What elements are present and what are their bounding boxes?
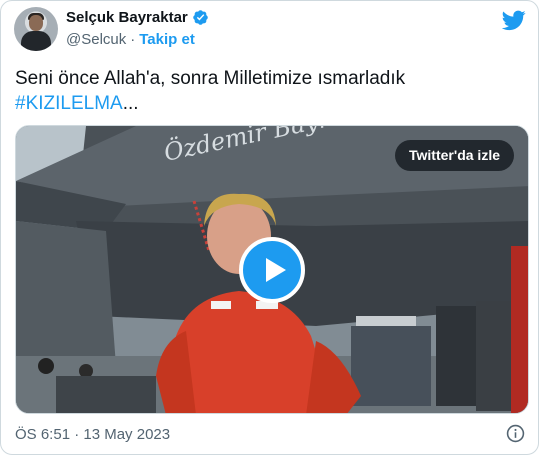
separator-dot: ·: [130, 31, 136, 48]
avatar-body: [21, 31, 51, 51]
avatar[interactable]: [14, 7, 58, 51]
verified-badge-icon: [192, 10, 208, 25]
tweet-ellipsis: ...: [122, 93, 139, 114]
info-icon[interactable]: [506, 424, 525, 443]
twitter-bird-icon[interactable]: [502, 8, 526, 32]
watch-on-twitter-button[interactable]: Twitter'da izle: [395, 140, 514, 171]
tweet-body: Seni önce Allah'a, sonra Milletimize ısm…: [15, 68, 406, 89]
author-handle-row: @Selcuk · Takip et: [66, 31, 195, 48]
tweet-text: Seni önce Allah'a, sonra Milletimize ısm…: [15, 66, 515, 116]
tweet-embed-card: Selçuk Bayraktar @Selcuk · Takip et Seni…: [0, 0, 539, 455]
play-button[interactable]: [239, 237, 305, 303]
hashtag-link[interactable]: #KIZILELMA: [15, 93, 123, 114]
follow-button[interactable]: Takip et: [139, 31, 195, 48]
video-thumbnail[interactable]: Özdemir Bayraktar Twitter'da izle: [15, 125, 529, 414]
play-icon: [266, 258, 286, 282]
avatar-head: [29, 15, 43, 31]
tweet-timestamp[interactable]: ÖS 6:51 · 13 May 2023: [15, 426, 170, 443]
author-handle[interactable]: @Selcuk: [66, 31, 126, 48]
author-name[interactable]: Selçuk Bayraktar: [66, 9, 188, 26]
author-name-row: Selçuk Bayraktar: [66, 9, 209, 26]
